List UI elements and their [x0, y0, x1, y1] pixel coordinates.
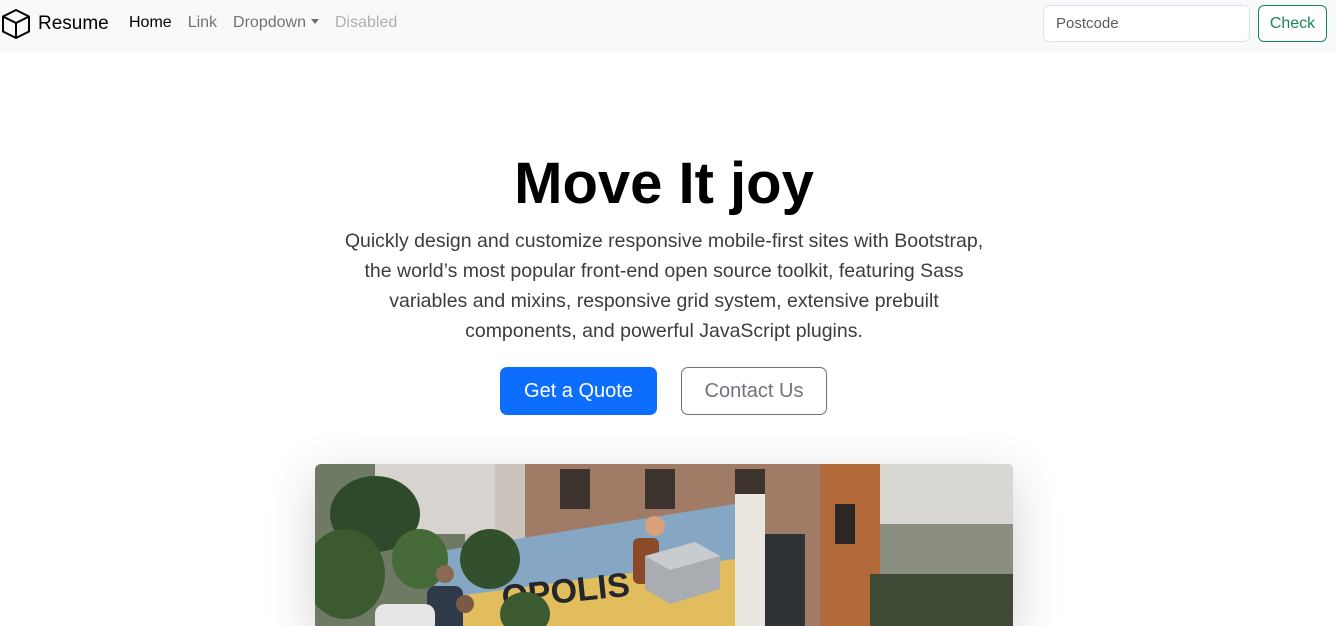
postcode-input[interactable]	[1043, 5, 1250, 42]
check-button[interactable]: Check	[1258, 5, 1327, 42]
box-icon	[0, 8, 32, 40]
navbar: Resume Home Link Dropdown Disabled Check	[0, 0, 1336, 52]
nav-links: Home Link Dropdown Disabled	[121, 0, 405, 46]
hero-image: OPOLIS	[315, 464, 1013, 626]
nav-link-home[interactable]: Home	[121, 14, 180, 32]
nav-dropdown-label: Dropdown	[233, 14, 306, 31]
caret-down-icon	[310, 19, 319, 24]
get-quote-button[interactable]: Get a Quote	[500, 367, 657, 415]
nav-link-link[interactable]: Link	[180, 14, 225, 32]
nav-link-disabled: Disabled	[334, 14, 398, 31]
hero-title: Move It joy	[514, 151, 814, 216]
hero-lead: Quickly design and customize responsive …	[344, 230, 984, 342]
contact-us-button[interactable]: Contact Us	[681, 367, 827, 415]
nav-dropdown-toggle[interactable]: Dropdown	[225, 14, 327, 32]
brand-link[interactable]: Resume	[0, 7, 109, 41]
brand-name: Resume	[38, 13, 109, 34]
